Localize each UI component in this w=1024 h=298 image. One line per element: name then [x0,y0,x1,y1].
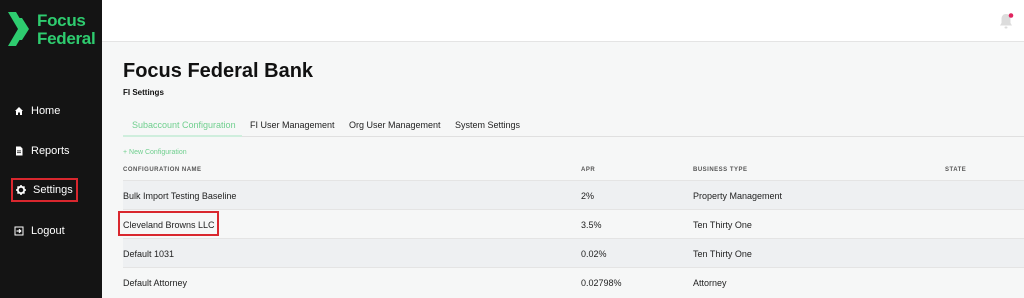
gear-icon [16,185,26,195]
sidebar-item-reports[interactable]: Reports [14,145,70,157]
brand-line-1: Focus [37,11,86,30]
sidebar-item-label: Reports [31,145,70,157]
cell-configuration-name: Default 1031 [123,249,175,259]
table-row[interactable]: Cleveland Browns LLC 3.5% Ten Thirty One [123,209,1024,238]
cell-business-type: Ten Thirty One [693,220,752,230]
tab-bar: Subaccount Configuration FI User Managem… [123,114,1024,137]
sidebar-item-label: Logout [31,225,65,237]
logout-icon [14,226,24,236]
column-header-configuration-name[interactable]: CONFIGURATION NAME [123,167,202,173]
tab-system-settings[interactable]: System Settings [455,120,520,130]
brand-logo[interactable]: Focus Federal [8,11,96,48]
chevrons-logo-icon [8,12,29,46]
cell-business-type: Ten Thirty One [693,249,752,259]
tab-fi-user-management[interactable]: FI User Management [250,120,335,130]
column-header-apr[interactable]: APR [581,167,595,173]
document-icon [16,146,23,156]
tab-org-user-management[interactable]: Org User Management [349,120,441,130]
sidebar: Focus Federal Home Reports Settings Logo… [0,0,102,298]
cell-business-type: Property Management [693,191,783,201]
cell-apr: 3.5% [581,220,602,230]
active-tab-indicator [123,135,242,137]
sidebar-item-home[interactable]: Home [14,105,60,117]
main-content: Focus Federal Bank FI Settings Subaccoun… [102,43,1024,298]
bell-icon[interactable] [998,12,1014,30]
new-configuration-link[interactable]: + New Configuration [123,149,187,156]
table-row[interactable]: Default 1031 0.02% Ten Thirty One [123,238,1024,267]
sidebar-item-label: Home [31,105,61,117]
cell-configuration-name: Cleveland Browns LLC [123,220,215,230]
table-header: CONFIGURATION NAME APR BUSINESS TYPE STA… [123,163,1024,180]
page-subtitle: FI Settings [123,88,164,97]
notification-dot [1008,13,1014,18]
cell-configuration-name: Default Attorney [123,278,188,288]
sidebar-item-logout[interactable]: Logout [14,225,65,237]
brand-line-2: Federal [37,29,96,48]
cell-business-type: Attorney [693,278,727,288]
tab-subaccount-configuration[interactable]: Subaccount Configuration [132,120,236,130]
home-icon [15,107,23,115]
sidebar-item-settings[interactable]: Settings [11,178,78,202]
top-bar [102,0,1024,42]
cell-apr: 0.02% [581,249,607,259]
table-row[interactable]: Default Attorney 0.02798% Attorney [123,267,1024,296]
column-header-state[interactable]: STATE [945,167,966,173]
page-title: Focus Federal Bank [123,60,314,82]
sidebar-item-label: Settings [33,184,73,196]
brand-name: Focus Federal [37,11,96,48]
cell-configuration-name: Bulk Import Testing Baseline [123,191,237,201]
cell-apr: 0.02798% [581,278,622,288]
configurations-table: CONFIGURATION NAME APR BUSINESS TYPE STA… [123,163,1024,296]
table-row[interactable]: Bulk Import Testing Baseline 2% Property… [123,180,1024,209]
column-header-business-type[interactable]: BUSINESS TYPE [693,167,748,173]
cell-apr: 2% [581,191,595,201]
